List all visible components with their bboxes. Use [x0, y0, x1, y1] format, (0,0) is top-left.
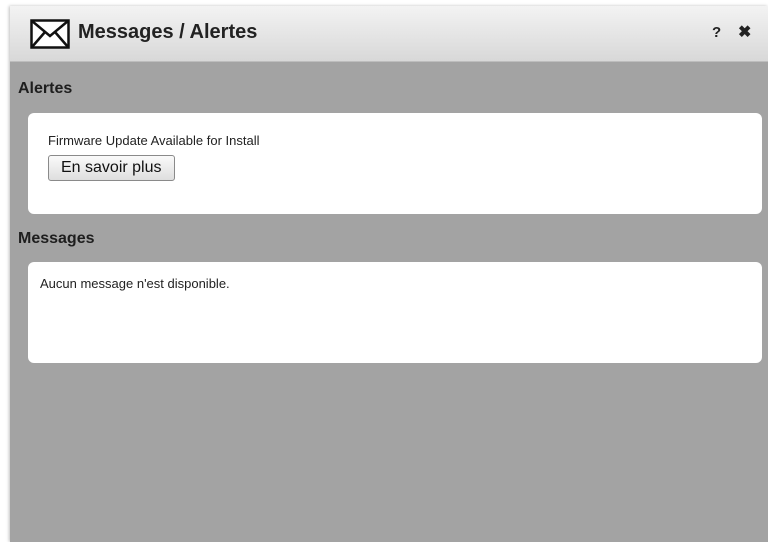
- alert-item-text: Firmware Update Available for Install: [48, 133, 260, 148]
- alerts-panel: Firmware Update Available for Install En…: [28, 113, 762, 214]
- messages-panel: Aucun message n'est disponible.: [28, 262, 762, 363]
- help-button[interactable]: ?: [712, 23, 721, 43]
- envelope-icon: [30, 19, 70, 49]
- messages-alerts-dialog: Messages / Alertes ? ✖ Alertes Firmware …: [10, 6, 768, 542]
- dialog-titlebar: Messages / Alertes ? ✖: [10, 6, 768, 62]
- learn-more-button[interactable]: En savoir plus: [48, 155, 175, 181]
- alerts-heading: Alertes: [18, 80, 73, 97]
- dialog-title: Messages / Alertes: [78, 21, 258, 43]
- empty-messages-text: Aucun message n'est disponible.: [40, 276, 230, 291]
- messages-heading: Messages: [18, 230, 95, 247]
- close-button[interactable]: ✖: [738, 23, 751, 43]
